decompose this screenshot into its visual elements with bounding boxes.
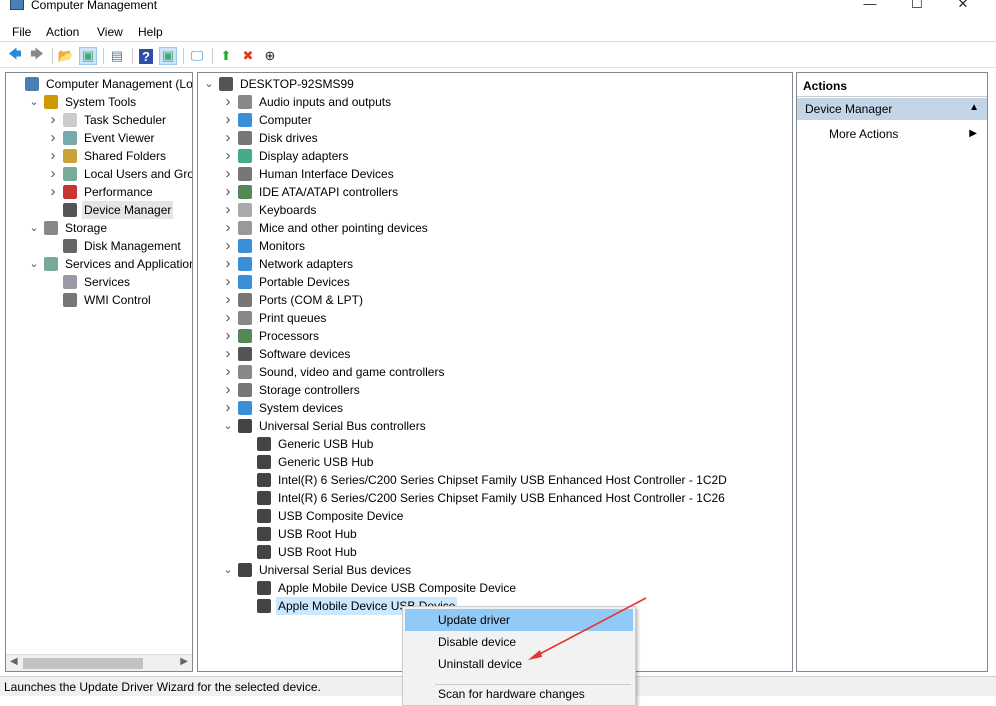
annotation-arrow [528,597,647,660]
